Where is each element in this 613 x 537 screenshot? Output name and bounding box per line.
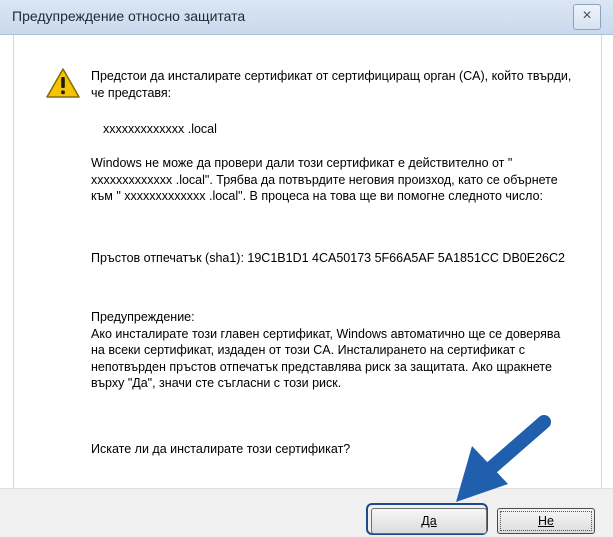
no-button-focus-ring: Не: [500, 511, 592, 531]
verify-text: Windows не може да провери дали този сер…: [91, 156, 558, 203]
window-title: Предупреждение относно защитата: [12, 8, 246, 24]
thumbprint-text: Пръстов отпечатък (sha1): 19C1B1D1 4CA50…: [91, 251, 565, 265]
yes-button-label: Да: [421, 514, 437, 528]
intro-text: Предстои да инсталирате сертификат от се…: [91, 69, 572, 100]
warning-icon: [46, 68, 80, 98]
yes-button[interactable]: Да: [371, 508, 487, 534]
host-text: xxxxxxxxxxxxx .local: [103, 122, 217, 136]
arrow-icon: [456, 415, 551, 502]
warning-block: Предупреждение: Ако инсталирате този гла…: [91, 309, 576, 392]
title-bar: Предупреждение относно защитата ×: [0, 0, 613, 35]
warning-title: Предупреждение:: [91, 310, 195, 324]
no-button[interactable]: Не: [497, 508, 595, 534]
warning-body: Ако инсталирате този главен сертификат, …: [91, 326, 561, 391]
close-button[interactable]: ×: [573, 4, 601, 30]
no-button-label: Не: [538, 514, 554, 528]
